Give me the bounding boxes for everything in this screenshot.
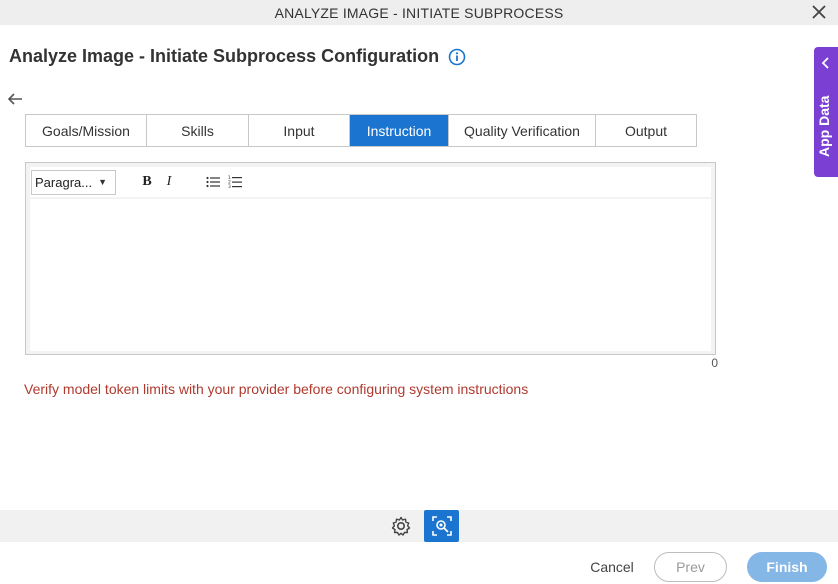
editor-toolbar: Paragra... ▼ B I 1 2 3: [30, 167, 711, 197]
instruction-editor: Paragra... ▼ B I 1 2 3: [25, 162, 716, 355]
tab-output[interactable]: Output: [596, 115, 696, 146]
window-title: ANALYZE IMAGE - INITIATE SUBPROCESS: [274, 4, 564, 21]
bullet-list-icon: [206, 176, 220, 188]
image-search-button[interactable]: [424, 510, 459, 542]
back-arrow-icon[interactable]: [6, 91, 24, 107]
paragraph-format-select[interactable]: Paragra... ▼: [31, 169, 116, 195]
finish-button[interactable]: Finish: [747, 552, 827, 582]
info-icon[interactable]: [448, 48, 466, 66]
app-data-label: App Data: [816, 95, 832, 157]
bottom-toolbar: [0, 510, 838, 542]
tab-skills[interactable]: Skills: [147, 115, 249, 146]
tab-instruction[interactable]: Instruction: [350, 115, 449, 146]
tab-quality-verification[interactable]: Quality Verification: [449, 115, 596, 146]
window-titlebar: ANALYZE IMAGE - INITIATE SUBPROCESS: [0, 0, 838, 25]
page-title: Analyze Image - Initiate Subprocess Conf…: [9, 46, 440, 66]
tab-bar: Goals/Mission Skills Input Instruction Q…: [25, 114, 697, 147]
numbered-list-icon: 1 2 3: [228, 175, 242, 189]
bullet-list-button[interactable]: [202, 171, 224, 193]
prev-button[interactable]: Prev: [654, 552, 727, 582]
chevron-left-icon: [821, 57, 829, 69]
numbered-list-button[interactable]: 1 2 3: [224, 171, 246, 193]
bold-button[interactable]: B: [136, 171, 158, 193]
italic-button[interactable]: I: [158, 171, 180, 193]
token-limit-warning: Verify model token limits with your prov…: [24, 381, 529, 397]
app-data-panel-toggle[interactable]: App Data: [814, 47, 838, 177]
paragraph-format-value: Paragra...: [35, 174, 93, 190]
character-count: 0: [711, 356, 718, 370]
dropdown-arrow-icon: ▼: [98, 176, 107, 187]
image-search-icon: [431, 516, 452, 536]
editor-text-area[interactable]: [30, 199, 711, 351]
cancel-button[interactable]: Cancel: [582, 552, 642, 582]
close-icon[interactable]: [810, 3, 828, 21]
svg-text:3: 3: [228, 184, 231, 189]
tab-goals-mission[interactable]: Goals/Mission: [26, 115, 147, 146]
gear-icon[interactable]: [390, 515, 412, 537]
tab-input[interactable]: Input: [249, 115, 350, 146]
page-heading: Analyze Image - Initiate Subprocess Conf…: [9, 46, 466, 67]
